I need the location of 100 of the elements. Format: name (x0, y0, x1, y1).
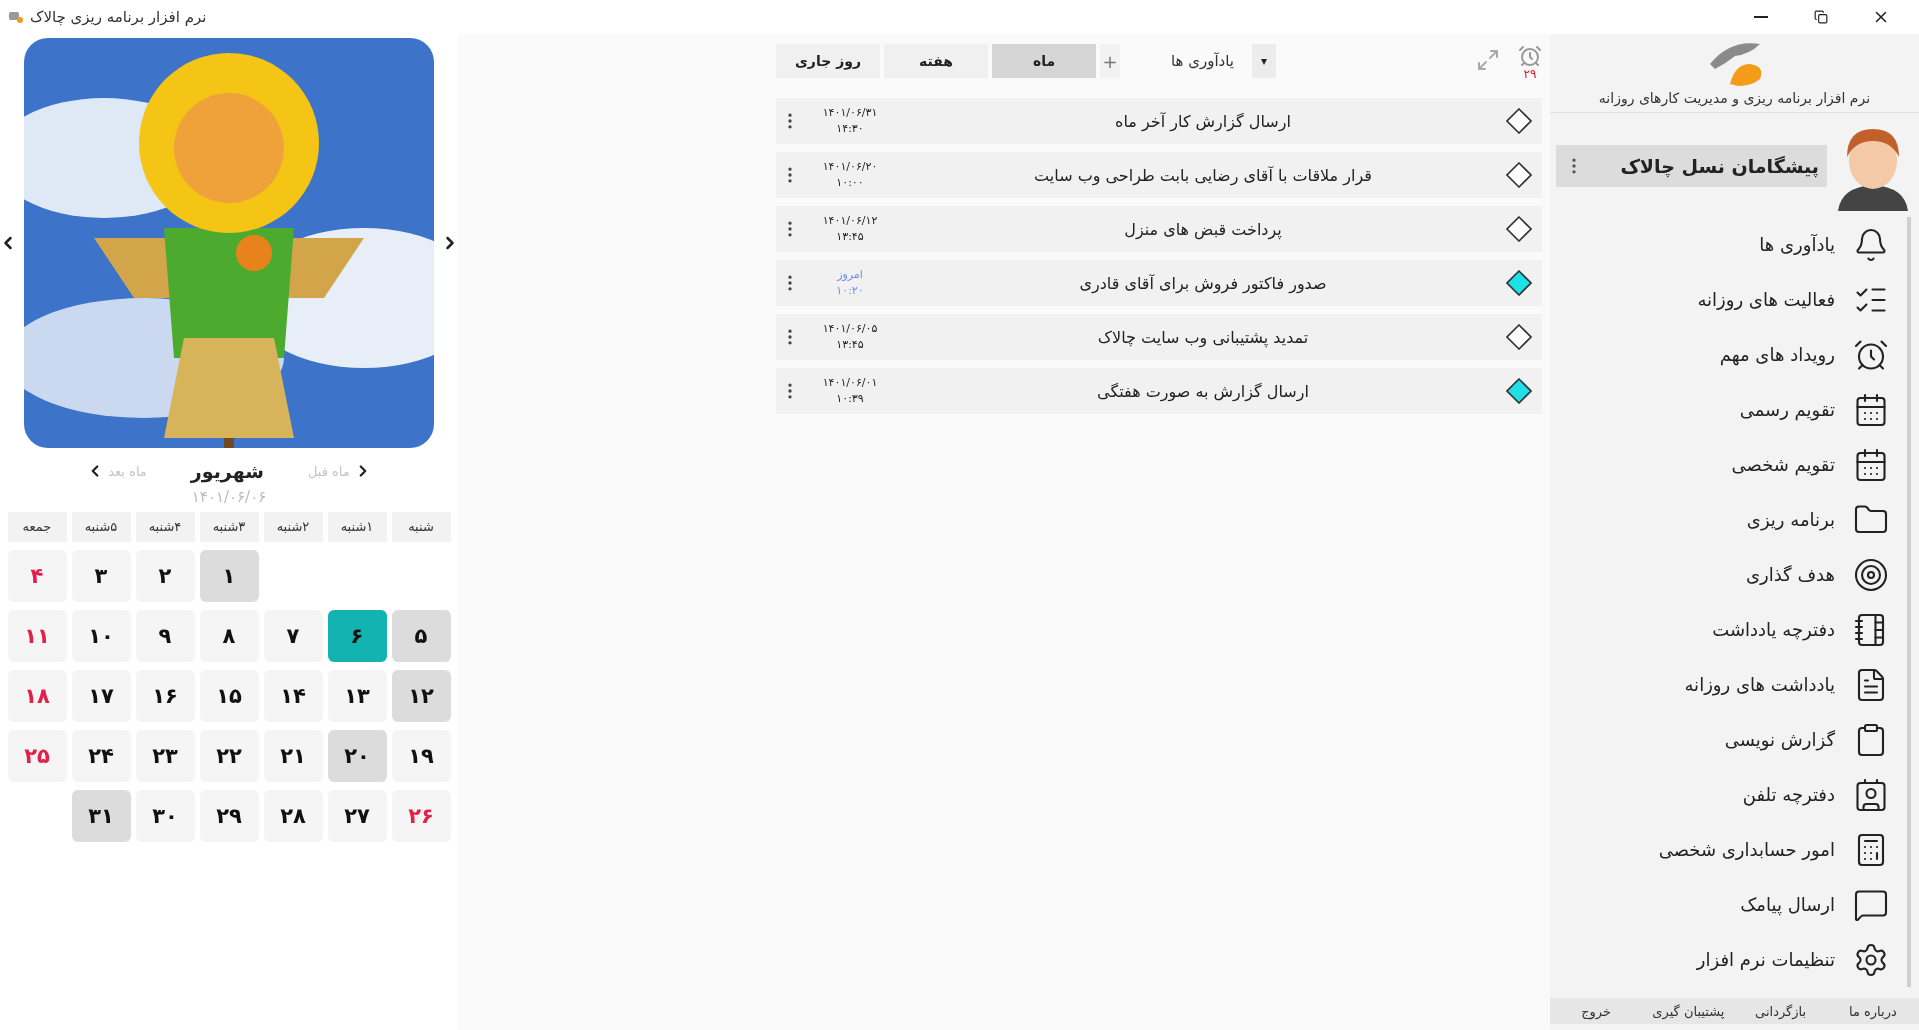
add-button[interactable]: + (1100, 44, 1120, 78)
user-name-bar[interactable]: پیشگامان نسل چالاک (1556, 145, 1827, 187)
view-label: یادآوری ها (1169, 51, 1234, 72)
reminder-row[interactable]: ۱۴۰۱/۰۶/۱۲ ۱۳:۴۵ پرداخت قبض های منزل (776, 206, 1542, 252)
nav-item[interactable]: امور حسابداری شخصی (1550, 822, 1911, 877)
nav-item[interactable]: دفترچه تلفن (1550, 767, 1911, 822)
day-cell[interactable]: ۲۷ (327, 790, 387, 842)
nav-item[interactable]: گزارش نویسی (1550, 712, 1911, 767)
day-cell[interactable]: ۲۵ (7, 730, 67, 782)
view-tab[interactable]: هفته (884, 44, 988, 78)
dropdown-button[interactable]: ▾ (1252, 44, 1276, 78)
day-cell[interactable]: ۶ (327, 610, 387, 662)
day-cell[interactable]: ۱۲ (391, 670, 451, 722)
status-diamond-icon[interactable] (1506, 108, 1532, 134)
day-cell[interactable]: ۸ (199, 610, 259, 662)
reminder-time: ۱۰:۲۰ (836, 283, 864, 299)
tagline: نرم افزار برنامه ریزی و مدیریت کارهای روزانه (1598, 90, 1871, 106)
reminder-title: تمدید پشتیبانی وب سایت چالاک (1096, 327, 1310, 347)
day-cell[interactable]: ۱۹ (391, 730, 451, 782)
day-cell[interactable]: ۷ (263, 610, 323, 662)
day-cell[interactable]: ۲۸ (263, 790, 323, 842)
settings-icon (1853, 941, 1889, 978)
day-cell[interactable]: ۱ (199, 550, 259, 602)
view-tab[interactable]: روز جاری (776, 44, 880, 78)
day-cell[interactable]: ۴ (7, 550, 67, 602)
month-title: شهریور (190, 460, 264, 482)
day-cell[interactable]: ۱۰ (71, 610, 131, 662)
day-cell[interactable]: ۱۵ (199, 670, 259, 722)
reminder-date: ۱۴۰۱/۰۶/۳۱ (822, 105, 878, 121)
day-cell[interactable]: ۲۱ (263, 730, 323, 782)
alarm-clock-icon[interactable] (1518, 44, 1542, 68)
day-cell[interactable]: ۹ (135, 610, 195, 662)
day-cell[interactable]: ۲۴ (71, 730, 131, 782)
reminder-row[interactable]: ۱۴۰۱/۰۶/۰۵ ۱۳:۴۵ تمدید پشتیبانی وب سایت چالاک (776, 314, 1542, 360)
reminder-title: قرار ملاقات با آقای رضایی بابت طراحی وب سایت (1033, 165, 1373, 185)
view-tab[interactable]: ماه (992, 44, 1096, 78)
status-diamond-icon[interactable] (1506, 216, 1532, 242)
nav-item[interactable]: فعالیت های روزانه (1550, 272, 1911, 327)
reminder-row[interactable]: ۱۴۰۱/۰۶/۲۰ ۱۰:۰۰ قرار ملاقات با آقای رضایی بابت طراحی وب سایت (776, 152, 1542, 198)
weekday-header: ۲شنبه (263, 512, 323, 542)
day-cell[interactable]: ۱۳ (327, 670, 387, 722)
nav-item[interactable]: تنظیمات نرم افزار (1550, 932, 1911, 987)
day-cell[interactable]: ۱۷ (71, 670, 131, 722)
target-icon (1853, 556, 1889, 593)
nav-item[interactable]: یادآوری ها (1550, 217, 1911, 272)
reminder-title: پرداخت قبض های منزل (1123, 219, 1283, 239)
reminder-time: ۱۰:۰۰ (836, 175, 864, 191)
day-cell[interactable]: ۲۳ (135, 730, 195, 782)
reminder-row[interactable]: امروز ۱۰:۲۰ صدور فاکتور فروش برای آقای قادری (776, 260, 1542, 306)
nav-item[interactable]: رویداد های مهم (1550, 327, 1911, 382)
reminder-title: صدور فاکتور فروش برای آقای قادری (1078, 273, 1328, 293)
weekday-header: ۴شنبه (135, 512, 195, 542)
nav-item[interactable]: برنامه ریزی (1550, 492, 1911, 547)
footer-button[interactable]: خروج (1550, 998, 1643, 1024)
nav-item[interactable]: تقویم شخصی (1550, 437, 1911, 492)
nav-item[interactable]: یادداشت های روزانه (1550, 657, 1911, 712)
day-cell[interactable]: ۱۴ (263, 670, 323, 722)
reminder-date: ۱۴۰۱/۰۶/۱۲ (822, 213, 878, 229)
alarm-count: ۲۹ (1523, 68, 1537, 80)
footer-button[interactable]: بازگردانی (1734, 998, 1827, 1024)
status-diamond-icon[interactable] (1506, 162, 1532, 188)
weekday-header: ۵شنبه (71, 512, 131, 542)
status-diamond-icon[interactable] (1506, 378, 1532, 404)
reminder-title: ارسال گزارش به صورت هفتگی (1096, 381, 1310, 401)
app-icon (8, 10, 24, 24)
contact-card-icon (1853, 776, 1889, 813)
nav-item[interactable]: تقویم رسمی (1550, 382, 1911, 437)
nav-item[interactable]: دفترچه یادداشت (1550, 602, 1911, 657)
reminder-row[interactable]: ۱۴۰۱/۰۶/۳۱ ۱۴:۳۰ ارسال گزارش کار آخر ماه (776, 98, 1542, 144)
status-diamond-icon[interactable] (1506, 270, 1532, 296)
footer-button[interactable]: درباره ما (1826, 998, 1919, 1024)
calendar-icon (1853, 446, 1889, 483)
user-name: پیشگامان نسل چالاک (1620, 155, 1819, 177)
day-cell[interactable]: ۱۸ (7, 670, 67, 722)
status-diamond-icon[interactable] (1506, 324, 1532, 350)
day-cell[interactable]: ۱۱ (7, 610, 67, 662)
footer-button[interactable]: پشتیبان گیری (1642, 998, 1735, 1024)
day-cell[interactable]: ۲۲ (199, 730, 259, 782)
weekday-header: شنبه (391, 512, 451, 542)
day-cell[interactable]: ۳۱ (71, 790, 131, 842)
reminder-title: ارسال گزارش کار آخر ماه (1114, 111, 1292, 131)
bell-icon (1853, 226, 1889, 263)
day-cell[interactable]: ۲۶ (391, 790, 451, 842)
nav-item[interactable]: ارسال پیامک (1550, 877, 1911, 932)
reminder-time: ۱۳:۴۵ (836, 229, 864, 245)
day-cell[interactable]: ۳ (71, 550, 131, 602)
day-cell[interactable]: ۲۹ (199, 790, 259, 842)
nav-item[interactable]: هدف گذاری (1550, 547, 1911, 602)
calendar-icon (1853, 391, 1889, 428)
reminder-row[interactable]: ۱۴۰۱/۰۶/۰۱ ۱۰:۳۹ ارسال گزارش به صورت هفتگی (776, 368, 1542, 414)
day-cell[interactable]: ۲ (135, 550, 195, 602)
day-cell[interactable]: ۱۶ (135, 670, 195, 722)
day-cell[interactable]: ۲۰ (327, 730, 387, 782)
reminder-date: امروز (837, 267, 863, 283)
reminder-time: ۱۳:۴۵ (836, 337, 864, 353)
weekday-header: ۳شنبه (199, 512, 259, 542)
day-cell[interactable]: ۵ (391, 610, 451, 662)
day-cell[interactable]: ۳۰ (135, 790, 195, 842)
current-date: ۱۴۰۱/۰۶/۰۶ (191, 488, 267, 506)
reminder-time: ۱۴:۳۰ (836, 121, 864, 137)
